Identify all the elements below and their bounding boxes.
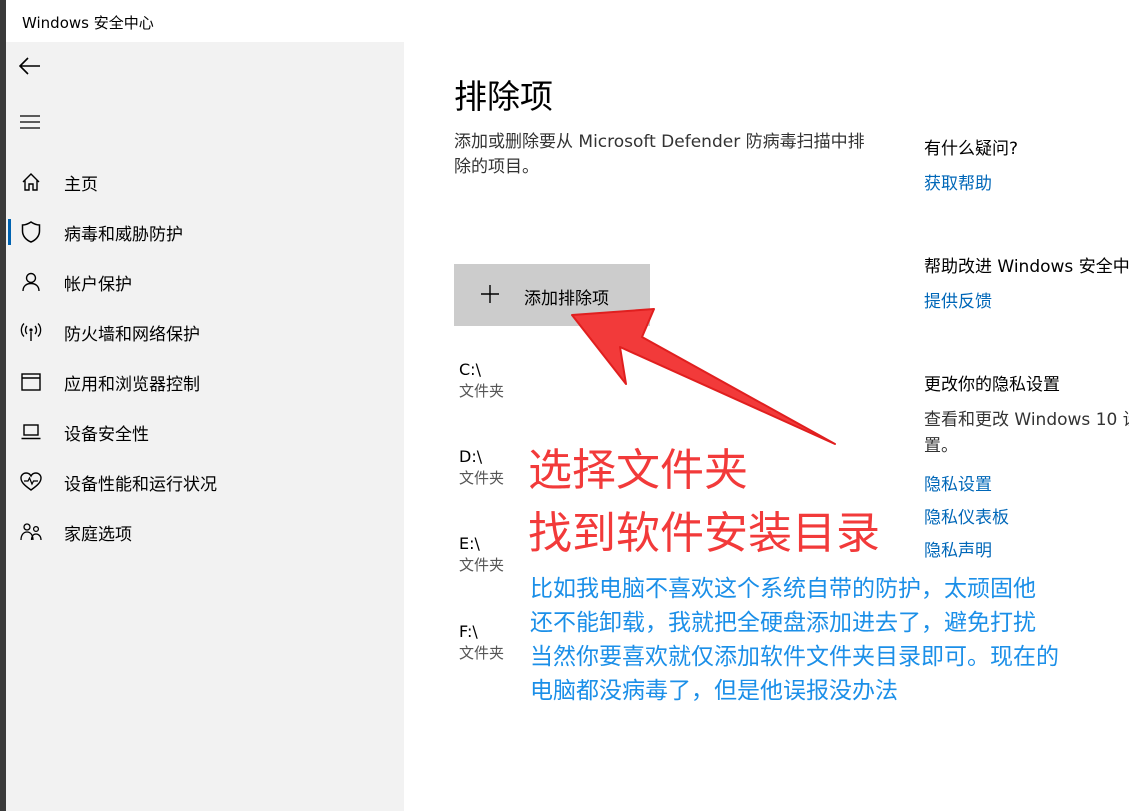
home-icon: [20, 171, 42, 193]
sidebar-item-label: 病毒和威胁防护: [64, 224, 183, 245]
exclusion-path: D:\: [459, 447, 483, 466]
sidebar-item-label: 应用和浏览器控制: [64, 374, 200, 395]
exclusion-type: 文件夹: [459, 556, 505, 574]
sidebar-nav: 主页 病毒和威胁防护 帐户保护 防火墙和网络保护 应用和浏览器控制 设备安全性 …: [6, 157, 404, 557]
exclusion-type: 文件夹: [459, 382, 505, 400]
sidebar-item-label: 设备性能和运行状况: [64, 474, 217, 495]
back-arrow-icon: [19, 57, 40, 75]
sidebar-item-label: 设备安全性: [64, 424, 149, 445]
security-center-window: Windows 安全中心 主页 病毒和威胁防护 帐户保护 防火墙和网络保护 应用…: [6, 0, 1129, 811]
sidebar-item-app-browser[interactable]: 应用和浏览器控制: [6, 357, 404, 407]
help-sidebar: 有什么疑问? 获取帮助 帮助改进 Windows 安全中 提供反馈 更改你的隐私…: [924, 42, 1129, 811]
app-window-icon: [20, 371, 42, 393]
shield-icon: [20, 221, 42, 243]
sidebar-item-label: 帐户保护: [64, 274, 132, 295]
privacy-heading: 更改你的隐私设置: [924, 375, 1060, 395]
sidebar-item-home[interactable]: 主页: [6, 157, 404, 207]
privacy-settings-link[interactable]: 隐私设置: [924, 470, 992, 495]
get-help-link[interactable]: 获取帮助: [924, 169, 992, 194]
sidebar-item-device-security[interactable]: 设备安全性: [6, 407, 404, 457]
add-exclusion-button[interactable]: 添加排除项: [454, 264, 650, 326]
sidebar-item-label: 防火墙和网络保护: [64, 324, 200, 345]
exclusion-path: F:\: [459, 622, 478, 641]
privacy-text: 查看和更改 Windows 10 设置。: [924, 410, 1129, 456]
exclusion-path: C:\: [459, 360, 481, 379]
title-bar: Windows 安全中心: [6, 0, 1129, 42]
heart-pulse-icon: [20, 471, 42, 493]
family-icon: [20, 521, 42, 543]
hamburger-icon: [20, 115, 40, 129]
feedback-link[interactable]: 提供反馈: [924, 287, 992, 312]
question-heading: 有什么疑问?: [924, 139, 1019, 159]
exclusion-item[interactable]: E:\ 文件夹: [459, 534, 539, 576]
exclusion-item[interactable]: C:\ 文件夹: [459, 360, 539, 402]
person-icon: [20, 271, 42, 293]
privacy-statement-link[interactable]: 隐私声明: [924, 536, 992, 561]
sidebar-item-firewall[interactable]: 防火墙和网络保护: [6, 307, 404, 357]
improve-heading: 帮助改进 Windows 安全中: [924, 257, 1129, 277]
exclusion-path: E:\: [459, 534, 480, 553]
exclusion-item[interactable]: D:\ 文件夹: [459, 447, 539, 489]
sidebar-item-family[interactable]: 家庭选项: [6, 507, 404, 557]
sidebar-item-virus-protection[interactable]: 病毒和威胁防护: [6, 207, 404, 257]
add-exclusion-label: 添加排除项: [524, 289, 609, 309]
laptop-icon: [20, 421, 42, 443]
exclusion-type: 文件夹: [459, 644, 505, 662]
wifi-antenna-icon: [20, 321, 42, 343]
back-button[interactable]: [16, 52, 44, 80]
window-title: Windows 安全中心: [22, 14, 154, 32]
exclusion-type: 文件夹: [459, 469, 505, 487]
exclusion-item[interactable]: F:\ 文件夹: [459, 622, 539, 664]
hamburger-menu-button[interactable]: [16, 108, 44, 136]
main-content: 排除项 添加或删除要从 Microsoft Defender 防病毒扫描中排除的…: [404, 42, 1129, 811]
sidebar-item-device-health[interactable]: 设备性能和运行状况: [6, 457, 404, 507]
sidebar-item-label: 主页: [64, 174, 98, 195]
privacy-dashboard-link[interactable]: 隐私仪表板: [924, 503, 1009, 528]
page-title: 排除项: [454, 77, 553, 116]
sidebar: 主页 病毒和威胁防护 帐户保护 防火墙和网络保护 应用和浏览器控制 设备安全性 …: [6, 42, 404, 811]
sidebar-item-account[interactable]: 帐户保护: [6, 257, 404, 307]
plus-icon: [481, 285, 499, 303]
page-description: 添加或删除要从 Microsoft Defender 防病毒扫描中排除的项目。: [454, 132, 865, 177]
sidebar-item-label: 家庭选项: [64, 524, 132, 545]
